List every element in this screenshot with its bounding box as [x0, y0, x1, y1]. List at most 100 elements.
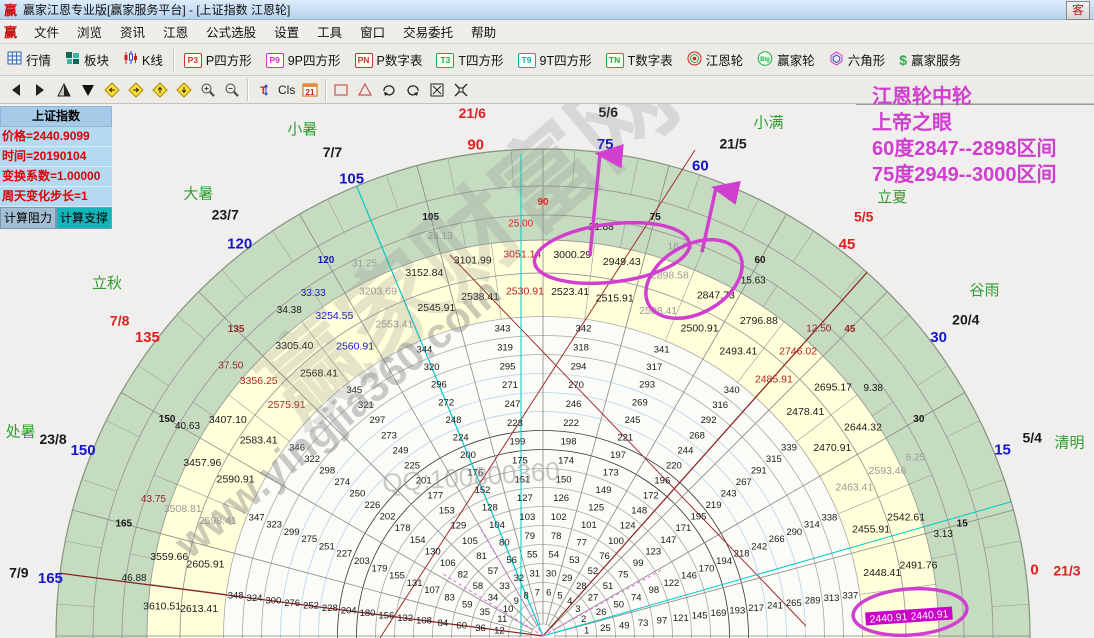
tool-t-updown[interactable]: T — [252, 79, 274, 101]
svg-text:7/7: 7/7 — [323, 144, 343, 160]
svg-text:249: 249 — [393, 445, 409, 456]
tool-cls[interactable]: Cls — [275, 83, 298, 97]
tool-contract[interactable] — [450, 79, 472, 101]
svg-text:84: 84 — [438, 618, 449, 629]
index-info-row-3: 周天变化步长=1 — [0, 187, 112, 207]
toolbar-gann-wheel[interactable]: 江恩轮 — [680, 47, 751, 72]
svg-text:0: 0 — [1030, 562, 1038, 579]
tool-nav-down[interactable] — [77, 79, 99, 101]
svg-text:9: 9 — [514, 596, 519, 607]
svg-text:314: 314 — [804, 520, 820, 531]
tool-calendar[interactable]: 21 — [299, 79, 321, 101]
calc-resistance-button[interactable]: 计算阻力 — [0, 207, 56, 229]
svg-text:43.75: 43.75 — [141, 494, 166, 505]
menu-file[interactable]: 文件 — [25, 20, 68, 43]
toolbar-9p-square[interactable]: P99P四方形 — [259, 47, 348, 72]
kline-label: K线 — [142, 50, 163, 69]
svg-text:246: 246 — [566, 399, 582, 410]
svg-text:135: 135 — [228, 324, 245, 335]
toolbar-hexagon[interactable]: 六角形 — [822, 47, 893, 72]
svg-text:202: 202 — [380, 512, 396, 523]
tool-rotate-cw[interactable] — [378, 79, 400, 101]
menu-gann[interactable]: 江恩 — [154, 20, 197, 43]
menu-help[interactable]: 帮助 — [462, 20, 505, 43]
svg-text:296: 296 — [431, 380, 447, 391]
menu-settings[interactable]: 设置 — [265, 20, 308, 43]
tool-draw-rect[interactable] — [330, 79, 352, 101]
tool-zoom-out[interactable] — [221, 79, 243, 101]
svg-text:251: 251 — [319, 541, 335, 552]
toolbar-t-number-table[interactable]: TNT数字表 — [599, 47, 680, 72]
menu-trade-order[interactable]: 交易委托 — [394, 20, 462, 43]
tool-rotate-ccw[interactable] — [402, 79, 424, 101]
svg-text:30: 30 — [913, 414, 925, 425]
svg-text:3407.10: 3407.10 — [209, 414, 247, 426]
sectors-icon — [65, 51, 80, 68]
svg-text:2485.91: 2485.91 — [755, 374, 793, 386]
svg-text:250: 250 — [349, 489, 365, 500]
svg-text:12: 12 — [494, 625, 505, 636]
svg-text:265: 265 — [786, 598, 802, 609]
svg-text:154: 154 — [410, 535, 426, 546]
9t-square-icon: T9 — [518, 52, 536, 68]
menu-tools[interactable]: 工具 — [308, 20, 351, 43]
svg-text:289: 289 — [805, 595, 821, 606]
toolbar-winner-service[interactable]: $赢家服务 — [892, 47, 968, 72]
tool-shift-left[interactable] — [101, 79, 123, 101]
tool-zoom-in[interactable] — [197, 79, 219, 101]
svg-text:338: 338 — [821, 512, 837, 523]
svg-text:2695.17: 2695.17 — [814, 381, 852, 393]
svg-text:342: 342 — [576, 324, 592, 335]
svg-text:2448.41: 2448.41 — [863, 567, 901, 579]
svg-text:6.25: 6.25 — [906, 453, 926, 464]
calc-support-button[interactable]: 计算支撑 — [56, 207, 112, 229]
svg-text:107: 107 — [424, 585, 440, 596]
svg-text:242: 242 — [751, 541, 767, 552]
menu-formula-stock-pick[interactable]: 公式选股 — [197, 20, 265, 43]
svg-text:2542.61: 2542.61 — [887, 511, 925, 523]
toolbar-sectors[interactable]: 板块 — [58, 47, 116, 72]
toolbar-9t-square[interactable]: T99T四方形 — [511, 47, 599, 72]
svg-text:25: 25 — [600, 623, 611, 634]
svg-text:75: 75 — [618, 570, 629, 581]
tool-nav-up[interactable] — [53, 79, 75, 101]
menu-browse[interactable]: 浏览 — [68, 20, 111, 43]
svg-text:77: 77 — [576, 538, 587, 549]
tool-draw-triangle[interactable] — [354, 79, 376, 101]
svg-text:193: 193 — [729, 605, 745, 616]
svg-text:203: 203 — [354, 556, 370, 567]
svg-text:173: 173 — [603, 467, 619, 478]
tool-shift-up[interactable] — [149, 79, 171, 101]
svg-text:244: 244 — [678, 445, 694, 456]
svg-text:5: 5 — [557, 590, 562, 601]
svg-text:60: 60 — [754, 255, 766, 266]
menu-news[interactable]: 资讯 — [111, 20, 154, 43]
customer-service-button[interactable]: 客 — [1066, 1, 1090, 20]
toolbar-kline[interactable]: K线 — [116, 47, 170, 72]
svg-text:7/8: 7/8 — [110, 312, 130, 328]
tool-expand[interactable] — [426, 79, 448, 101]
tool-shift-down[interactable] — [173, 79, 195, 101]
toolbar-t-square[interactable]: T3T四方形 — [429, 47, 510, 72]
svg-text:55: 55 — [527, 550, 538, 561]
toolbar-p-number-table[interactable]: PNP数字表 — [348, 47, 430, 72]
tool-nav-right[interactable] — [29, 79, 51, 101]
svg-text:1: 1 — [584, 625, 589, 636]
svg-text:30: 30 — [546, 569, 557, 580]
svg-text:149: 149 — [596, 485, 612, 496]
tool-shift-right[interactable] — [125, 79, 147, 101]
toolbar-quotes[interactable]: 行情 — [0, 47, 58, 72]
svg-text:179: 179 — [372, 563, 388, 574]
tool-nav-left[interactable] — [5, 79, 27, 101]
menu-window[interactable]: 窗口 — [351, 20, 394, 43]
svg-text:267: 267 — [736, 477, 752, 488]
svg-text:31: 31 — [529, 569, 540, 580]
svg-text:105: 105 — [339, 170, 364, 187]
app-logo-icon: 赢 — [4, 0, 17, 19]
svg-text:170: 170 — [699, 563, 715, 574]
toolbar-p-square[interactable]: P3P四方形 — [177, 47, 259, 72]
app-window: 1234567891011122526272829303132333435364… — [0, 0, 1094, 638]
svg-text:228: 228 — [322, 603, 338, 614]
toolbar-winner-wheel[interactable]: Big赢家轮 — [750, 47, 822, 72]
svg-text:248: 248 — [446, 415, 462, 426]
